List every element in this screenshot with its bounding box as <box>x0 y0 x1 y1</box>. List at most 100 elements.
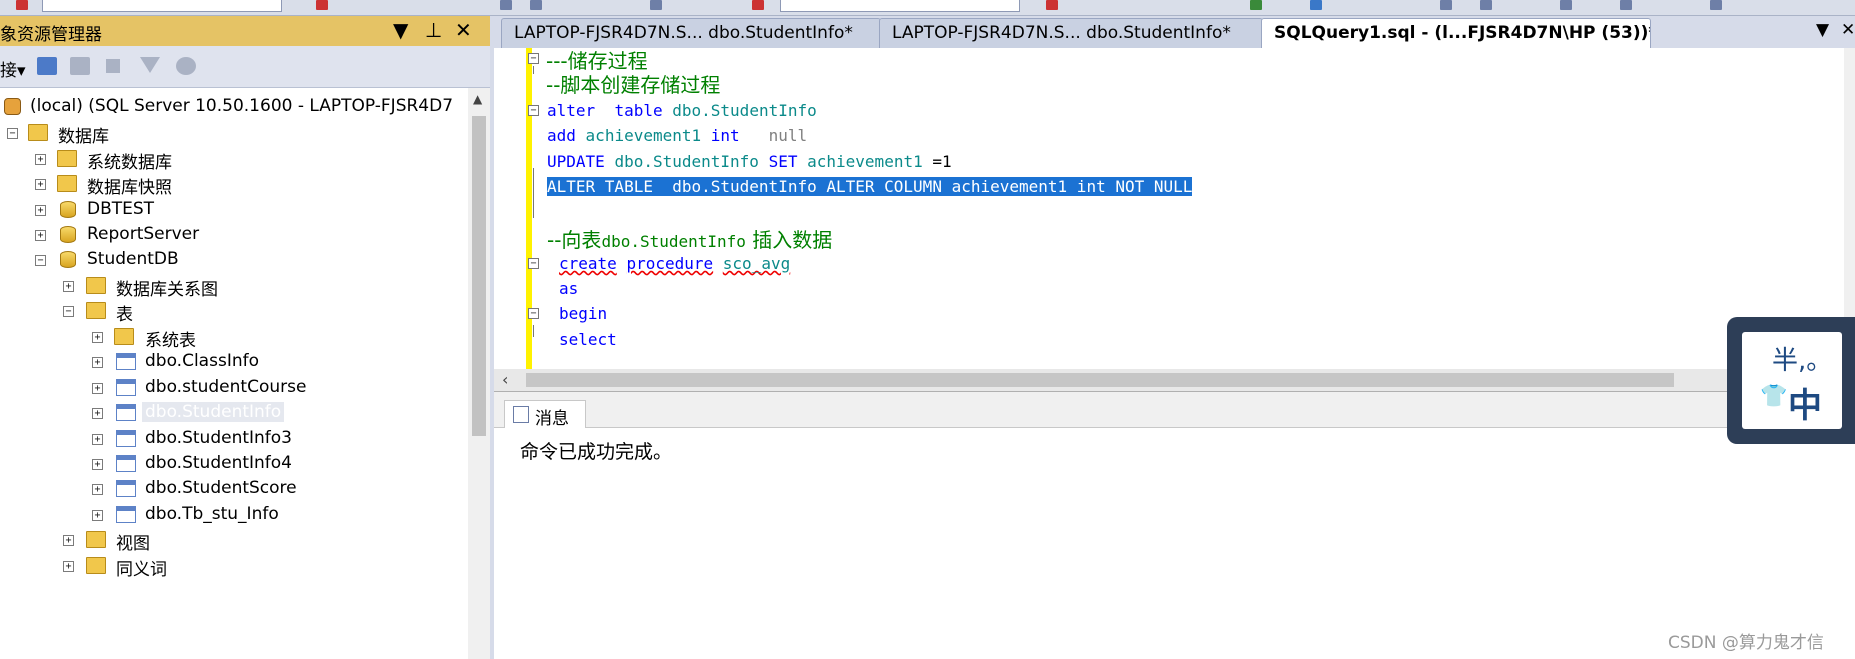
collapse-icon[interactable]: − <box>63 306 74 317</box>
filter-icon[interactable] <box>140 57 160 73</box>
fold-collapse-icon[interactable]: − <box>528 258 539 269</box>
tree-node-database-snapshots[interactable]: + 数据库快照 <box>0 170 468 198</box>
collapse-icon[interactable]: − <box>7 128 18 139</box>
code-line-8: --向表dbo.StudentInfo 插入数据 <box>494 225 1824 252</box>
expand-icon[interactable]: + <box>92 383 103 394</box>
ime-toolbar[interactable]: 半,。 👕 中 <box>1727 317 1855 444</box>
expand-icon[interactable]: + <box>35 179 46 190</box>
expand-icon[interactable]: + <box>63 561 74 572</box>
expand-icon[interactable]: + <box>63 281 74 292</box>
toolbar-options-icon[interactable] <box>650 0 662 10</box>
connect-icon[interactable] <box>37 57 57 75</box>
ime-panel[interactable]: 半,。 👕 中 <box>1742 332 1842 429</box>
fold-collapse-icon[interactable]: − <box>528 53 539 64</box>
tree-node-databases[interactable]: − 数据库 <box>0 119 468 147</box>
expand-icon[interactable]: + <box>92 332 103 343</box>
close-tab-icon[interactable]: ✕ <box>1841 20 1855 40</box>
fold-collapse-icon[interactable]: − <box>528 308 539 319</box>
expand-icon[interactable]: + <box>92 510 103 521</box>
collapse-icon[interactable]: − <box>35 255 46 266</box>
pin-icon[interactable]: ⊥ <box>425 18 442 42</box>
folder-icon <box>86 302 106 319</box>
tree-node-studentinfo3[interactable]: + dbo.StudentInfo3 <box>0 425 468 453</box>
tree-node-diagrams[interactable]: + 数据库关系图 <box>0 272 468 300</box>
execute-icon-2[interactable] <box>1046 0 1058 10</box>
database-combo-2[interactable] <box>780 0 1020 12</box>
disconnect-icon-2[interactable] <box>752 0 764 10</box>
main-toolbar <box>0 0 1855 16</box>
expand-icon[interactable]: + <box>63 535 74 546</box>
expand-icon[interactable]: + <box>92 459 103 470</box>
outdent-icon[interactable] <box>530 0 542 10</box>
dropdown-arrow-icon[interactable]: ▼ <box>393 18 408 42</box>
disconnect-icon[interactable] <box>16 0 28 10</box>
folder-icon <box>57 150 77 167</box>
expand-icon[interactable]: + <box>35 205 46 216</box>
tree-node-system-tables[interactable]: + 系统表 <box>0 323 468 351</box>
execute-icon[interactable] <box>316 0 328 10</box>
object-explorer-scrollbar[interactable]: ▲ <box>468 88 490 659</box>
code-value: =1 <box>932 152 952 171</box>
refresh-icon[interactable] <box>176 57 196 75</box>
results-to-grid-icon[interactable] <box>1310 0 1322 10</box>
skin-icon[interactable]: 👕 <box>1760 384 1787 409</box>
tree-node-studentscore[interactable]: + dbo.StudentScore <box>0 475 468 503</box>
code-comment: --向表 <box>547 228 602 252</box>
code-keyword: alter <box>547 101 596 120</box>
query-options-icon[interactable] <box>1440 0 1452 10</box>
scroll-left-icon[interactable]: ‹ <box>502 370 508 389</box>
tree-node-views[interactable]: + 视图 <box>0 526 468 554</box>
tree-node-studentinfo4[interactable]: + dbo.StudentInfo4 <box>0 450 468 478</box>
folder-icon <box>57 175 77 192</box>
comment-icon[interactable] <box>1560 0 1572 10</box>
scrollbar-thumb[interactable] <box>526 373 1674 387</box>
expand-icon[interactable]: + <box>35 154 46 165</box>
tree-node-tb-stu-info[interactable]: + dbo.Tb_stu_Info <box>0 501 468 529</box>
database-combo[interactable] <box>42 0 282 12</box>
tree-node-server[interactable]: (local) (SQL Server 10.50.1600 - LAPTOP-… <box>0 93 468 121</box>
tree-node-studentinfo[interactable]: + dbo.StudentInfo <box>0 399 468 427</box>
uncomment-icon[interactable] <box>1620 0 1632 10</box>
tree-node-tables[interactable]: − 表 <box>0 297 468 325</box>
code-keyword: table <box>614 101 663 120</box>
tab-messages[interactable]: 消息 <box>504 400 586 429</box>
editor-horizontal-scrollbar[interactable]: ‹ <box>494 369 1844 391</box>
ime-mode-label[interactable]: 中 <box>1788 378 1822 427</box>
tree-node-reportserver[interactable]: + ReportServer <box>0 221 468 249</box>
disconnect-icon[interactable] <box>70 57 90 75</box>
tree-node-classinfo[interactable]: + dbo.ClassInfo <box>0 348 468 376</box>
toolbar-more-icon[interactable] <box>1710 0 1722 10</box>
table-icon <box>116 379 136 396</box>
debug-icon[interactable] <box>1250 0 1262 10</box>
stop-icon[interactable] <box>106 59 120 73</box>
ime-half-width-label[interactable]: 半,。 <box>1772 340 1832 377</box>
database-icon <box>60 201 76 218</box>
tree-node-system-databases[interactable]: + 系统数据库 <box>0 145 468 173</box>
code-line-12: select <box>494 327 1824 352</box>
folder-icon <box>86 557 106 574</box>
close-icon[interactable]: ✕ <box>455 18 472 42</box>
tree-node-dbtest[interactable]: + DBTEST <box>0 196 468 224</box>
expand-icon[interactable]: + <box>92 357 103 368</box>
tab-studentinfo-2[interactable]: LAPTOP-FJSR4D7N.S... dbo.StudentInfo* <box>879 18 1263 48</box>
expand-icon[interactable]: + <box>92 434 103 445</box>
scrollbar-thumb[interactable] <box>472 116 486 436</box>
sql-editor[interactable]: − ---储存过程 --脚本创建存储过程 − alter table dbo.S… <box>494 48 1844 369</box>
code-keyword: SET <box>768 152 798 171</box>
expand-icon[interactable]: + <box>92 408 103 419</box>
tree-node-synonyms[interactable]: + 同义词 <box>0 552 468 580</box>
results-tabbar: 消息 <box>494 392 1855 429</box>
expand-icon[interactable]: + <box>35 230 46 241</box>
connect-dropdown[interactable]: 接▾ <box>0 56 26 81</box>
code-keyword: create <box>559 254 617 273</box>
fold-collapse-icon[interactable]: − <box>528 105 539 116</box>
results-icon[interactable] <box>1480 0 1492 10</box>
expand-icon[interactable]: + <box>92 484 103 495</box>
tree-node-studentcourse[interactable]: + dbo.studentCourse <box>0 374 468 402</box>
scroll-up-icon[interactable]: ▲ <box>473 92 482 106</box>
tab-list-dropdown-icon[interactable]: ▼ <box>1816 20 1829 40</box>
tab-studentinfo-1[interactable]: LAPTOP-FJSR4D7N.S... dbo.StudentInfo* <box>501 18 881 48</box>
indent-icon[interactable] <box>500 0 512 10</box>
tab-sqlquery1[interactable]: SQLQuery1.sql - (l...FJSR4D7N\HP (53))* <box>1261 18 1651 48</box>
tree-node-studentdb[interactable]: − StudentDB <box>0 246 468 274</box>
